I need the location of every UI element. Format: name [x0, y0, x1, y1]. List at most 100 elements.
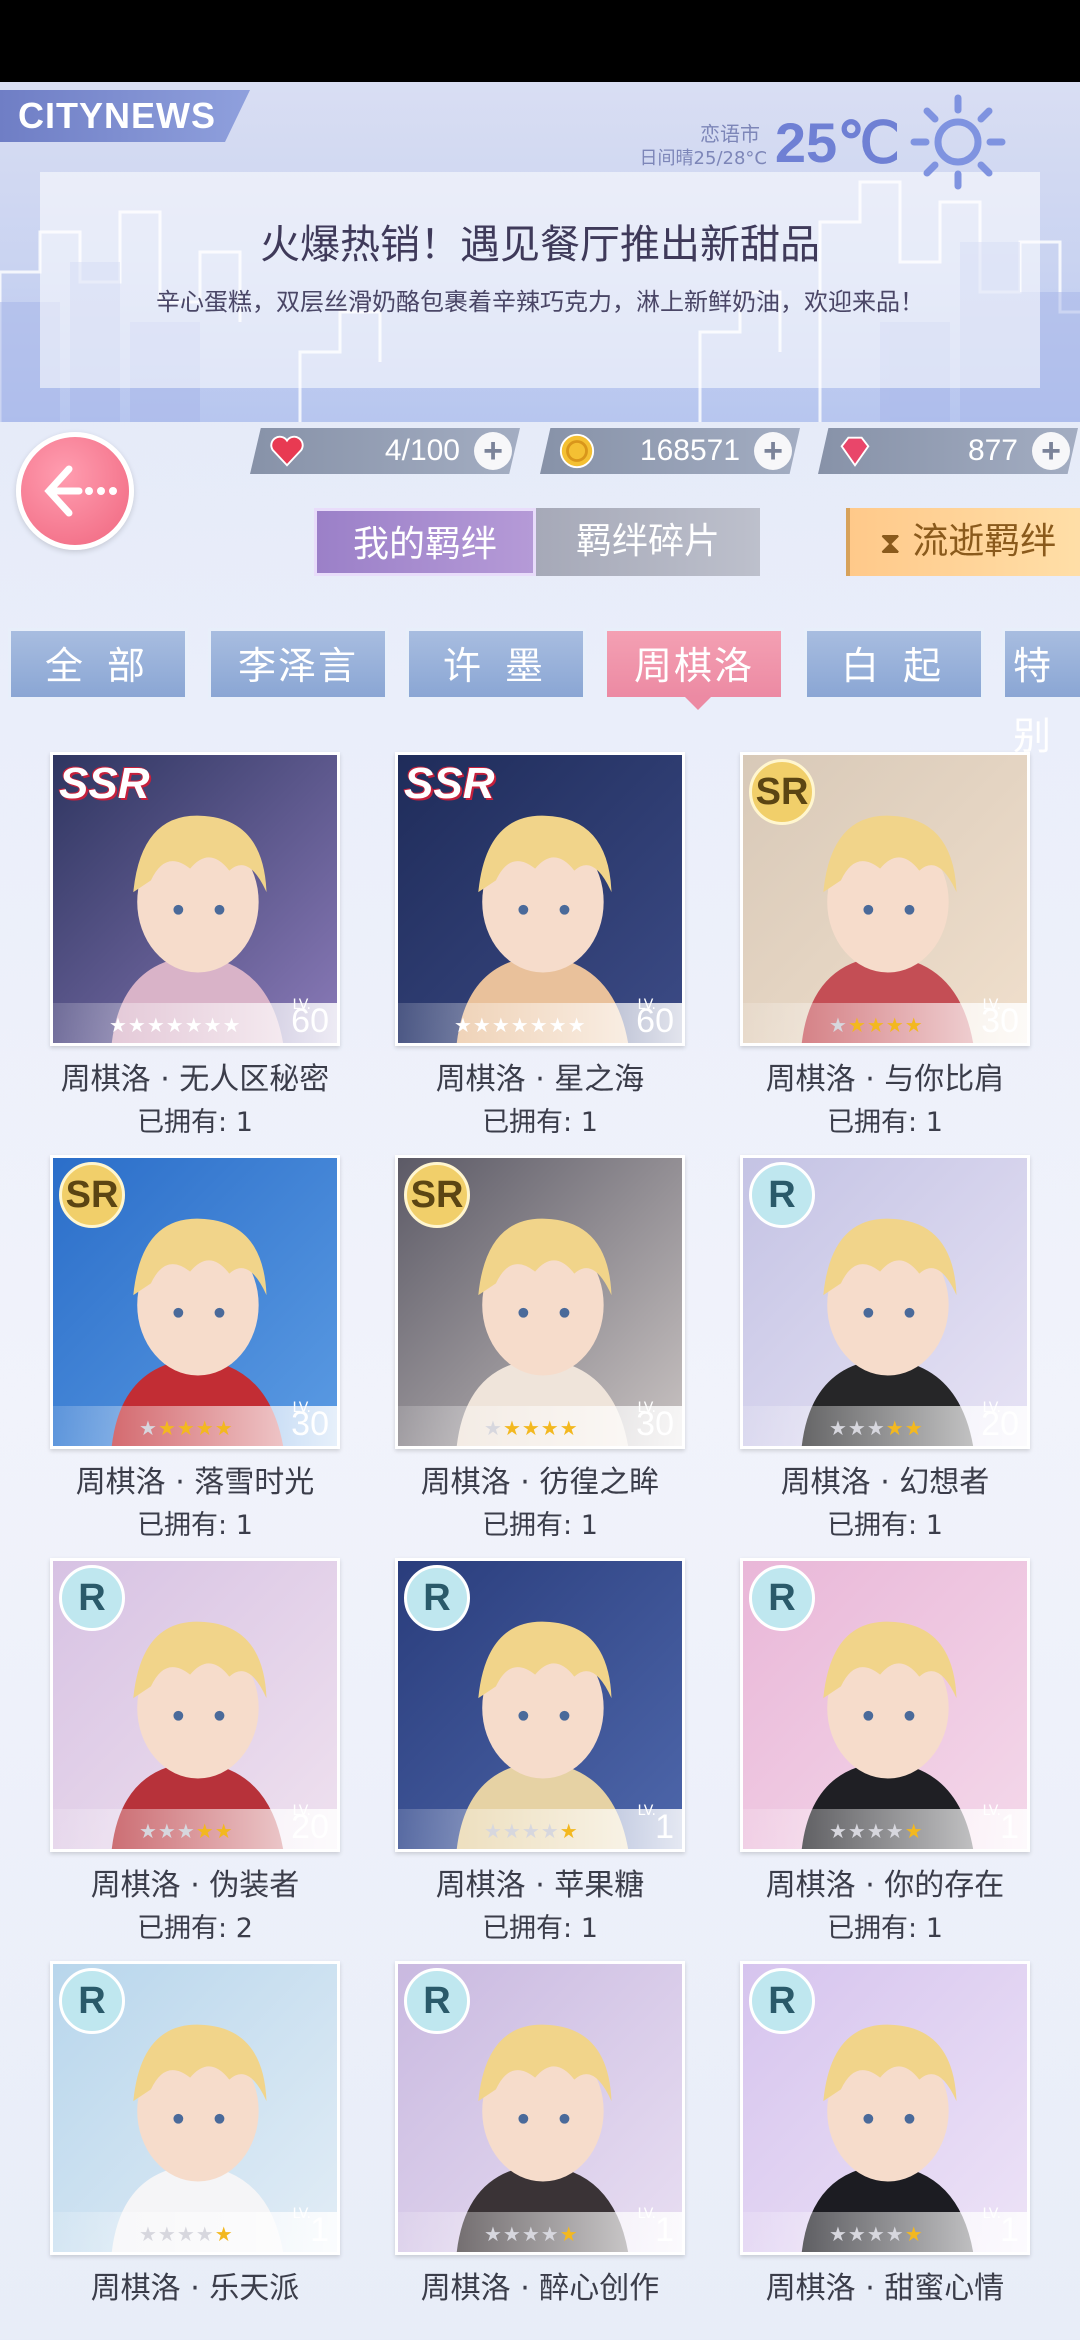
level-value: 1 [655, 1808, 674, 1846]
character-filter-tabs: 全 部 李泽言 许 墨 周棋洛 白 起 特别 [0, 628, 1080, 758]
card-frame: R ★★★★★ LV. 1 [740, 1961, 1030, 2255]
level-label: LV. [637, 1803, 656, 1819]
news-subtitle: 辛心蛋糕，双层丝滑奶酪包裹着辛辣巧克力，淋上新鲜奶油，欢迎来品！ [156, 288, 924, 316]
level-value: 60 [636, 1002, 674, 1040]
tab-special[interactable]: 特别 [1002, 628, 1080, 758]
bond-card[interactable]: SR ★★★★★ LV. 30 周棋洛 · 与你比肩 已拥有: 1 [740, 752, 1030, 1138]
rarity-badge: R [749, 1968, 815, 2034]
card-frame: SR ★★★★★ LV. 30 [50, 1155, 340, 1449]
rarity-badge: R [749, 1162, 815, 1228]
diamond-counter: 877 + [818, 428, 1078, 474]
owned-count: 已拥有: 1 [482, 1510, 598, 1541]
card-frame: SR ★★★★★ LV. 30 [395, 1155, 685, 1449]
card-frame: SR ★★★★★ LV. 30 [740, 752, 1030, 1046]
back-arrow-icon [44, 465, 117, 517]
bond-card[interactable]: SR ★★★★★ LV. 30 周棋洛 · 彷徨之眸已拥有: 1 [395, 1155, 685, 1541]
star-rating: ★★★★★ [829, 1819, 924, 1843]
rarity-badge: SSR [59, 759, 150, 808]
level-value: 20 [981, 1405, 1019, 1443]
add-stamina-button[interactable]: + [474, 432, 512, 470]
level-label: LV. [982, 2206, 1001, 2222]
level-value: 30 [981, 1002, 1019, 1040]
card-name: 周棋洛 · 甜蜜心情 [765, 2271, 1005, 2306]
card-frame: SSR ★★★★★★★ LV. 60 [395, 752, 685, 1046]
star-rating: ★★★★★ [829, 1416, 924, 1440]
bond-card[interactable]: R ★★★★★ LV. 20 周棋洛 · 伪装者 已拥有: 2 [50, 1558, 340, 1944]
bond-card[interactable]: R ★★★★★ LV. 1 周棋洛 · 你的存在 已拥有: 1 [740, 1558, 1030, 1944]
star-rating: ★★★★★ [139, 1819, 234, 1843]
level-value: 1 [1000, 1808, 1019, 1846]
owned-count: 已拥有: 1 [827, 1913, 943, 1944]
rarity-badge: SR [749, 759, 815, 825]
bond-card[interactable]: R ★★★★★ LV. 1 周棋洛 · 甜蜜心情 [740, 1961, 1030, 2306]
card-name: 周棋洛 · 彷徨之眸 [420, 1465, 660, 1500]
card-name: 周棋洛 · 与你比肩 [765, 1062, 1005, 1097]
tab-past-bonds[interactable]: ⧗ 流逝羁绊 [846, 508, 1080, 576]
back-button[interactable] [16, 432, 134, 550]
level-label: LV. [292, 2206, 311, 2222]
card-name: 周棋洛 · 伪装者 [90, 1868, 300, 1903]
card-name: 周棋洛 · 星之海 [435, 1062, 645, 1097]
weather-range: 日间晴25/28°C [639, 148, 767, 169]
star-rating: ★★★★★ [484, 1416, 579, 1440]
rarity-badge: R [59, 1968, 125, 2034]
news-headline: 火爆热销！遇见餐厅推出新甜品 [260, 222, 820, 268]
level-value: 20 [291, 1808, 329, 1846]
level-label: LV. [982, 1803, 1001, 1819]
bond-card[interactable]: R ★★★★★ LV. 20 周棋洛 · 幻想者 已拥有: 1 [740, 1155, 1030, 1541]
bond-card[interactable]: R ★★★★★ LV. 1 周棋洛 · 苹果糖 已拥有: 1 [395, 1558, 685, 1944]
diamond-value: 877 [967, 434, 1018, 467]
card-name: 周棋洛 · 乐天派 [90, 2271, 300, 2306]
rarity-badge: R [404, 1968, 470, 2034]
card-name: 周棋洛 · 无人区秘密 [60, 1062, 330, 1097]
tab-all[interactable]: 全 部 [8, 628, 188, 700]
star-rating: ★★★★★ [829, 1013, 924, 1037]
bond-card[interactable]: R ★★★★★ LV. 1 周棋洛 · 乐天派 [50, 1961, 340, 2306]
stamina-counter: 4/100 + [250, 428, 520, 474]
tab-zhou-qiluo[interactable]: 周棋洛 [604, 628, 784, 700]
owned-count: 已拥有: 1 [137, 1510, 253, 1541]
status-bar [0, 0, 1080, 82]
tab-bai-qi[interactable]: 白 起 [804, 628, 984, 700]
tab-li-zeyan[interactable]: 李泽言 [208, 628, 388, 700]
level-value: 60 [291, 1002, 329, 1040]
city-news-banner[interactable]: CITYNEWS 恋语市 日间晴25/28°C 25℃ 火爆热销！遇见餐厅推出新… [0, 82, 1080, 422]
level-value: 1 [1000, 2211, 1019, 2249]
card-frame: R ★★★★★ LV. 1 [395, 1558, 685, 1852]
coin-value: 168571 [639, 434, 740, 467]
star-rating: ★★★★★ [139, 2222, 234, 2246]
level-value: 1 [310, 2211, 329, 2249]
add-diamonds-button[interactable]: + [1032, 432, 1070, 470]
active-tab-pointer [684, 696, 712, 710]
rarity-badge: SR [59, 1162, 125, 1228]
owned-count: 已拥有: 1 [482, 1913, 598, 1944]
diamond-icon [840, 436, 870, 467]
coin-counter: 168571 + [540, 428, 800, 474]
rarity-badge: R [404, 1565, 470, 1631]
level-value: 30 [636, 1405, 674, 1443]
bond-card[interactable]: SSR ★★★★★★★ LV. 60 周棋洛 · 无人区秘密 已拥有: 1 [50, 752, 340, 1138]
owned-count: 已拥有: 1 [827, 1107, 943, 1138]
bond-card[interactable]: SSR ★★★★★★★ LV. 60 周棋洛 · 星之海 已拥有: 1 [395, 752, 685, 1138]
tab-bond-fragments[interactable]: 羁绊碎片 [536, 508, 760, 576]
star-rating: ★★★★★★★ [454, 1013, 587, 1037]
bond-card[interactable]: R ★★★★★ LV. 1 周棋洛 · 醉心创作 [395, 1961, 685, 2306]
tab-past-bonds-label: 流逝羁绊 [912, 521, 1057, 562]
level-value: 1 [655, 2211, 674, 2249]
add-coins-button[interactable]: + [754, 432, 792, 470]
heart-icon [270, 435, 304, 467]
owned-count: 已拥有: 2 [137, 1913, 253, 1944]
star-rating: ★★★★★ [139, 1416, 234, 1440]
card-frame: R ★★★★★ LV. 1 [740, 1558, 1030, 1852]
rarity-badge: SSR [404, 759, 495, 808]
news-panel [40, 172, 1040, 388]
tab-xu-mo[interactable]: 许 墨 [406, 628, 586, 700]
card-name: 周棋洛 · 醉心创作 [420, 2271, 660, 2306]
city-news-tag: CITYNEWS [0, 90, 250, 142]
star-rating: ★★★★★ [484, 1819, 579, 1843]
tab-my-bonds[interactable]: 我的羁绊 [314, 508, 536, 576]
card-frame: R ★★★★★ LV. 1 [395, 1961, 685, 2255]
currency-bar: 4/100 + 168571 + 877 + [250, 422, 1080, 478]
bond-card[interactable]: SR ★★★★★ LV. 30 周棋洛 · 落雪时光 已拥有: 1 [50, 1155, 340, 1541]
owned-count: 已拥有: 1 [827, 1510, 943, 1541]
